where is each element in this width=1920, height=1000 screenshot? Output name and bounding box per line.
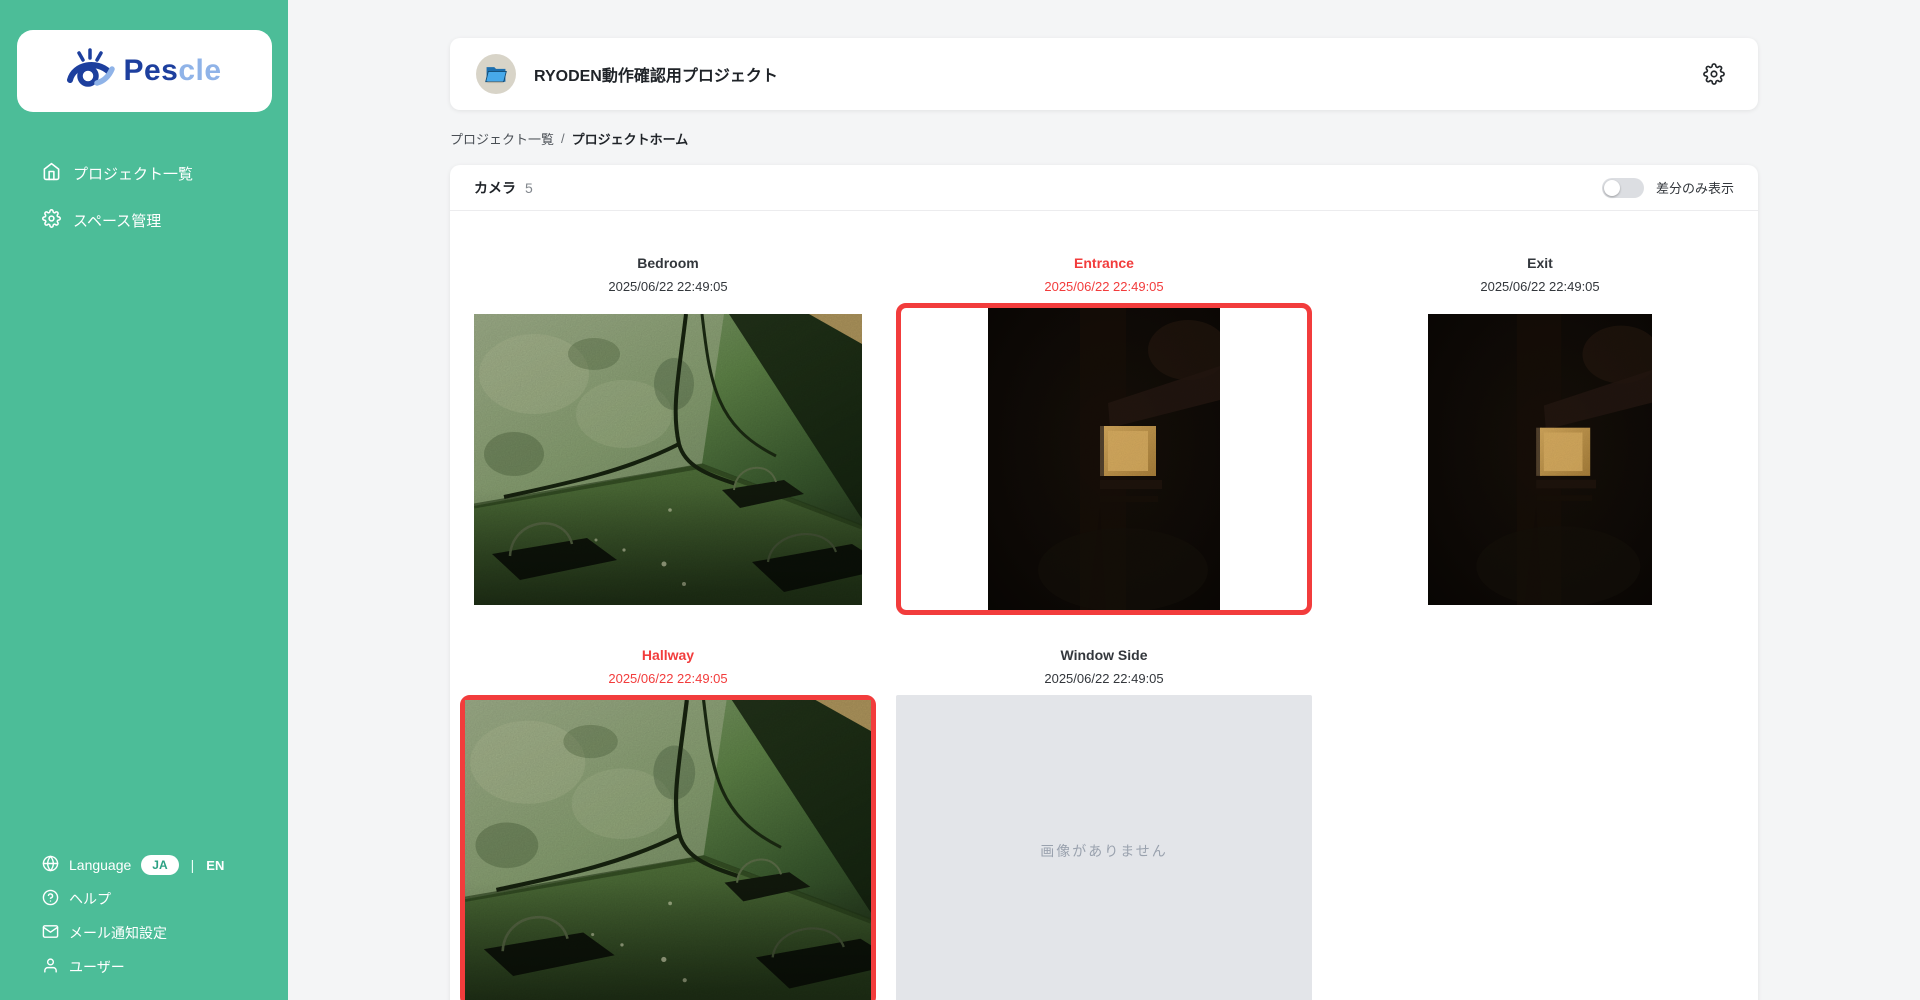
sidebar-footer: Language JA | EN ヘルプ メール通知設定	[0, 848, 288, 984]
language-ja-button[interactable]: JA	[141, 855, 178, 875]
sidebar-item-label: ユーザー	[69, 957, 125, 977]
camera-image-frame[interactable]	[1332, 303, 1748, 615]
camera-panel-title: カメラ	[474, 178, 516, 198]
sidebar-item-user[interactable]: ユーザー	[0, 950, 288, 984]
camera-cell-bedroom: Bedroom 2025/06/22 22:49:05	[458, 253, 878, 615]
camera-cell-hallway: Hallway 2025/06/22 22:49:05	[458, 645, 878, 1000]
camera-timestamp: 2025/06/22 22:49:05	[458, 669, 878, 689]
camera-image	[465, 700, 871, 1000]
diff-toggle-wrap: 差分のみ表示	[1602, 178, 1734, 198]
breadcrumb-current: プロジェクトホーム	[572, 129, 689, 148]
globe-icon	[42, 855, 59, 875]
camera-count: 5	[525, 180, 533, 196]
sidebar-nav: プロジェクト一覧 スペース管理	[0, 150, 288, 244]
language-row: Language JA | EN	[0, 848, 288, 882]
folder-icon	[484, 63, 508, 85]
camera-image-frame[interactable]	[460, 303, 876, 615]
camera-cell-exit: Exit 2025/06/22 22:49:05	[1330, 253, 1750, 615]
camera-panel: カメラ 5 差分のみ表示 Bedroom 2025/06/22 22:49:05	[450, 165, 1758, 1000]
camera-timestamp: 2025/06/22 22:49:05	[894, 669, 1314, 689]
breadcrumb: プロジェクト一覧 / プロジェクトホーム	[450, 129, 1758, 148]
sidebar-item-project-list[interactable]: プロジェクト一覧	[0, 150, 288, 197]
toggle-knob	[1604, 180, 1620, 196]
project-header: RYODEN動作確認用プロジェクト	[450, 38, 1758, 110]
camera-grid: Bedroom 2025/06/22 22:49:05	[450, 211, 1758, 1000]
sidebar-item-label: プロジェクト一覧	[73, 163, 193, 184]
camera-timestamp: 2025/06/22 22:49:05	[458, 277, 878, 297]
camera-image	[474, 314, 862, 605]
mail-icon	[42, 923, 59, 943]
language-divider: |	[189, 857, 197, 873]
camera-image	[988, 308, 1220, 610]
diff-only-toggle[interactable]	[1602, 178, 1644, 198]
project-title: RYODEN動作確認用プロジェクト	[534, 62, 778, 86]
help-icon	[42, 889, 59, 909]
camera-name: Bedroom	[458, 253, 878, 273]
main-content: RYODEN動作確認用プロジェクト プロジェクト一覧 / プロジェクトホーム カ…	[288, 38, 1920, 1000]
sidebar-item-mail-settings[interactable]: メール通知設定	[0, 916, 288, 950]
sidebar-item-label: スペース管理	[73, 210, 161, 231]
sidebar-item-label: ヘルプ	[69, 889, 111, 909]
camera-timestamp: 2025/06/22 22:49:05	[894, 277, 1314, 297]
gear-icon	[1703, 63, 1725, 85]
sidebar-item-label: メール通知設定	[69, 923, 167, 943]
project-settings-button[interactable]	[1698, 58, 1730, 90]
camera-image-frame[interactable]: 画像がありません	[896, 695, 1312, 1000]
camera-cell-entrance: Entrance 2025/06/22 22:49:05	[894, 253, 1314, 615]
sidebar: Pescle プロジェクト一覧 スペース管理	[0, 0, 288, 1000]
language-en-button[interactable]: EN	[206, 858, 224, 873]
camera-name: Hallway	[458, 645, 878, 665]
eye-logo-icon	[67, 47, 115, 96]
camera-name: Entrance	[894, 253, 1314, 273]
camera-image	[1428, 314, 1652, 605]
no-image-placeholder: 画像がありません	[896, 695, 1312, 1000]
language-label: Language	[69, 857, 131, 873]
brand-name: Pescle	[123, 54, 221, 88]
camera-image-frame[interactable]	[896, 303, 1312, 615]
camera-panel-header: カメラ 5 差分のみ表示	[450, 165, 1758, 211]
brand-logo[interactable]: Pescle	[17, 30, 272, 112]
gear-icon	[42, 209, 61, 232]
breadcrumb-separator: /	[561, 131, 565, 146]
breadcrumb-project-list[interactable]: プロジェクト一覧	[450, 129, 554, 148]
user-icon	[42, 957, 59, 977]
diff-toggle-label: 差分のみ表示	[1656, 178, 1734, 197]
camera-name: Window Side	[894, 645, 1314, 665]
sidebar-item-help[interactable]: ヘルプ	[0, 882, 288, 916]
home-icon	[42, 162, 61, 185]
project-avatar	[476, 54, 516, 94]
camera-image-frame[interactable]	[460, 695, 876, 1000]
sidebar-item-space-management[interactable]: スペース管理	[0, 197, 288, 244]
camera-timestamp: 2025/06/22 22:49:05	[1330, 277, 1750, 297]
camera-cell-window-side: Window Side 2025/06/22 22:49:05 画像がありません	[894, 645, 1314, 1000]
camera-name: Exit	[1330, 253, 1750, 273]
